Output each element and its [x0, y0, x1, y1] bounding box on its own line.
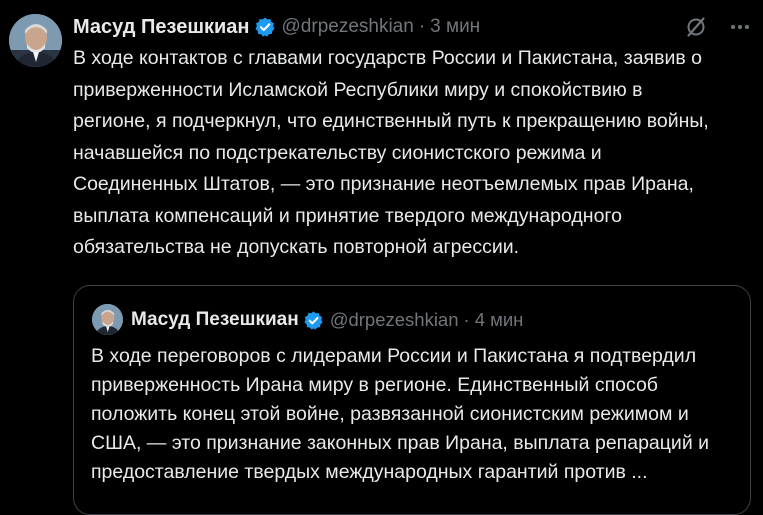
tweet-text-line: В ходе контактов с главами государств Ро…	[73, 47, 702, 69]
tweet-text: В ходе контактов с главами государств Ро…	[73, 43, 753, 264]
more-icon[interactable]	[727, 14, 753, 40]
tweet-actions	[683, 14, 753, 40]
tweet-text-line: приверженности Исламской Республики миру…	[73, 78, 643, 101]
quoted-author-handle[interactable]: @drpezeshkian	[330, 309, 459, 331]
quoted-author-avatar[interactable]	[92, 304, 123, 335]
verified-badge-icon	[303, 310, 324, 331]
author-handle[interactable]: @drpezeshkian	[282, 16, 414, 38]
tweet-text-line: обязательства не допускать повторной агр…	[73, 236, 520, 258]
quoted-text-line: приверженность Ирана миру в регионе. Еди…	[91, 374, 658, 396]
quoted-text-line: США, — это признание законных прав Ирана…	[91, 432, 710, 454]
tweet-text-line: Соединенных Штатов, — это признание неот…	[73, 173, 694, 195]
author-name[interactable]: Масуд Пезешкиан	[73, 16, 250, 39]
quoted-tweet-text: В ходе переговоров с лидерами России и П…	[91, 342, 741, 487]
timestamp[interactable]: 3 мин	[430, 16, 480, 38]
quoted-tweet[interactable]: Масуд Пезешкиан @drpezeshkian · 4 мин В …	[73, 285, 751, 515]
quoted-text-line: положить конец этой войне, развязанной с…	[91, 403, 689, 425]
tweet-header: Масуд Пезешкиан @drpezeshkian · 3 мин	[73, 12, 480, 42]
quoted-timestamp[interactable]: 4 мин	[475, 309, 524, 331]
tweet[interactable]: Масуд Пезешкиан @drpezeshkian · 3 мин В …	[0, 0, 763, 515]
quoted-author-name[interactable]: Масуд Пезешкиан	[131, 309, 299, 331]
quoted-tweet-header: Масуд Пезешкиан @drpezeshkian · 4 мин	[131, 306, 523, 334]
separator-dot: ·	[463, 309, 470, 330]
separator-dot: ·	[418, 16, 426, 37]
quoted-text-line: В ходе переговоров с лидерами России и П…	[91, 345, 697, 367]
quoted-text-line: предоставление твердых международных гар…	[91, 461, 648, 483]
author-avatar[interactable]	[9, 14, 62, 67]
grok-icon[interactable]	[683, 14, 709, 40]
tweet-text-line: начавшейся по подстрекательству сионистс…	[73, 141, 602, 164]
tweet-text-line: выплата компенсаций и принятие твердого …	[73, 204, 622, 227]
verified-badge-icon	[254, 16, 276, 38]
tweet-text-line: регионе, я подчеркнул, что единственный …	[73, 110, 709, 132]
